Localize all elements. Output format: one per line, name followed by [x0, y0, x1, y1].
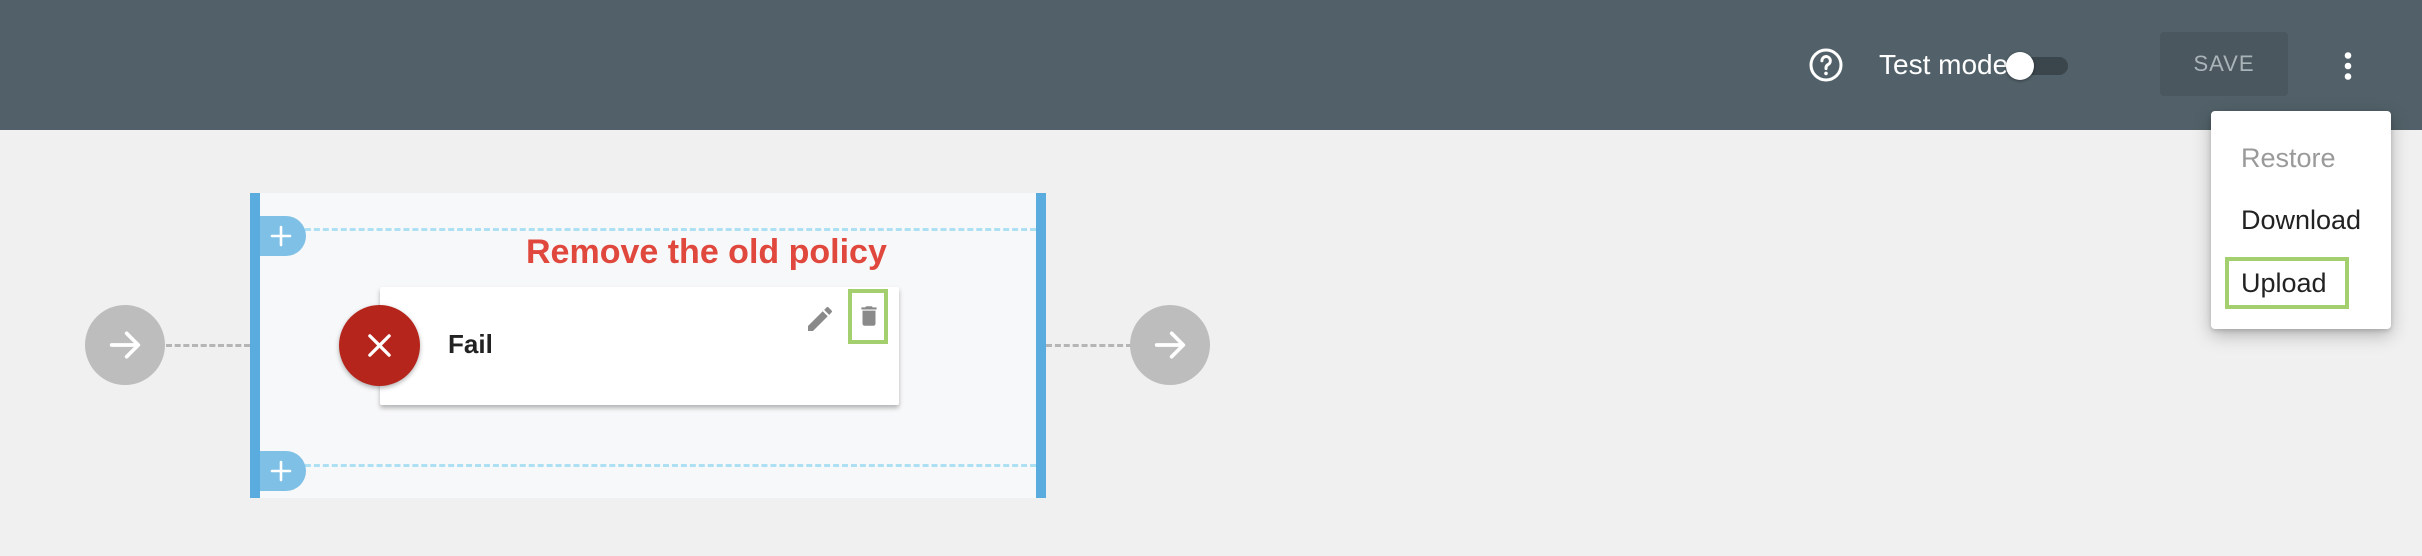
add-policy-top-button[interactable]: [260, 216, 306, 256]
plus-icon: [270, 460, 292, 482]
test-mode-label: Test mode: [1879, 49, 2009, 80]
trash-icon[interactable]: [856, 301, 882, 331]
test-mode-toggle[interactable]: [2006, 52, 2068, 80]
container-right-bar: [1036, 193, 1046, 498]
flow-connector-left: [166, 344, 250, 347]
policy-card[interactable]: Fail: [380, 287, 899, 405]
arrow-right-icon: [109, 331, 141, 359]
save-button[interactable]: SAVE: [2160, 32, 2288, 96]
fail-status-badge: [339, 305, 420, 386]
plus-icon: [270, 225, 292, 247]
flow-connector-right: [1046, 344, 1132, 347]
delete-highlight: [848, 289, 888, 344]
add-policy-bottom-button[interactable]: [260, 451, 306, 491]
help-circle-icon[interactable]: [1808, 47, 1844, 83]
more-vertical-icon[interactable]: [2330, 48, 2366, 84]
more-options-menu: Restore Download Upload: [2211, 111, 2391, 329]
arrow-right-icon: [1154, 331, 1186, 359]
annotation-text: Remove the old policy: [526, 233, 887, 271]
menu-item-restore[interactable]: Restore: [2241, 141, 2336, 175]
add-row-top-line: [296, 228, 1036, 231]
top-bar: Test mode SAVE: [0, 0, 2422, 130]
close-icon: [368, 334, 391, 357]
menu-item-download[interactable]: Download: [2241, 203, 2361, 237]
flow-start-node: [85, 305, 165, 385]
policy-title: Fail: [448, 329, 493, 359]
flow-end-node: [1130, 305, 1210, 385]
pencil-icon[interactable]: [804, 303, 836, 335]
container-left-bar: [250, 193, 260, 498]
toggle-knob: [2006, 52, 2034, 80]
add-row-bottom-line: [296, 464, 1036, 467]
menu-item-upload[interactable]: Upload: [2241, 266, 2327, 300]
